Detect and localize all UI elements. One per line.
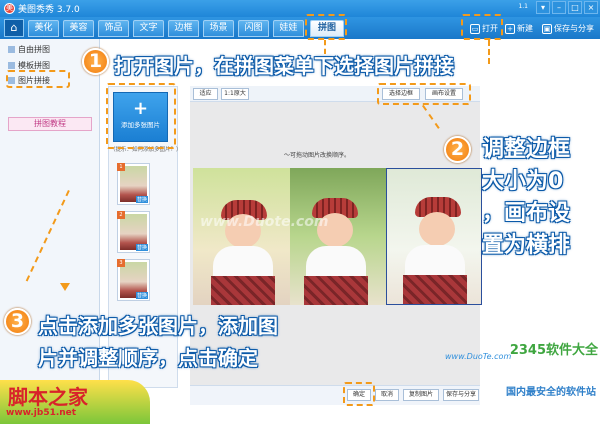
copy-image-button[interactable]: 复制图片 bbox=[403, 389, 439, 401]
home-icon[interactable]: ⌂ bbox=[4, 19, 24, 37]
step-3-text: 点击添加多张图片，添加图 片并调整顺序，点击确定 bbox=[38, 314, 278, 370]
original-size-button[interactable]: 1:1原大 bbox=[221, 88, 249, 100]
tab-wawa[interactable]: 娃娃 bbox=[273, 20, 304, 37]
arrow-head-icon bbox=[60, 283, 70, 291]
window-controls: ▾ – □ × bbox=[536, 1, 598, 14]
title-bar: 美 美图秀秀 3.7.0 bbox=[0, 0, 600, 17]
step-3-badge: 3 bbox=[4, 308, 31, 335]
watermark: www.Duote.com bbox=[200, 214, 329, 230]
app-logo-icon: 美 bbox=[4, 3, 15, 14]
replace-button[interactable]: 替换 bbox=[135, 292, 148, 299]
save-share-bottom-button[interactable]: 保存与分享 bbox=[443, 389, 479, 401]
cancel-button[interactable]: 取消 bbox=[375, 389, 399, 401]
jb51-logo: 脚本之家 www.jb51.net bbox=[0, 380, 150, 424]
tutorial-button[interactable]: 拼图教程 bbox=[8, 117, 92, 131]
close-icon[interactable]: × bbox=[584, 1, 598, 14]
collage-photo-3[interactable] bbox=[386, 168, 482, 305]
tab-shantu[interactable]: 闪图 bbox=[238, 20, 269, 37]
tab-biankuang[interactable]: 边框 bbox=[168, 20, 199, 37]
step-2-text: 调整边框 大小为0 ，画布设 置为横排 bbox=[482, 137, 571, 258]
step-2-badge: 2 bbox=[444, 136, 471, 163]
highlight-pintu-tab bbox=[305, 14, 347, 40]
replace-button[interactable]: 替换 bbox=[135, 196, 148, 203]
collage-photo-1[interactable] bbox=[193, 168, 290, 305]
thumbnail-1[interactable]: 1 替换 bbox=[117, 163, 150, 205]
tab-meirong[interactable]: 美容 bbox=[63, 20, 94, 37]
maximize-icon[interactable]: □ bbox=[568, 1, 582, 14]
skin-icon[interactable]: ▾ bbox=[536, 1, 550, 14]
template-icon bbox=[8, 62, 15, 69]
grid-icon bbox=[8, 46, 15, 53]
highlight-confirm bbox=[343, 382, 375, 406]
window-title: 美图秀秀 3.7.0 bbox=[18, 5, 80, 15]
sidebar-item-free-collage[interactable]: 自由拼图 bbox=[8, 44, 50, 55]
collage-canvas[interactable] bbox=[193, 168, 482, 305]
highlight-add-button bbox=[106, 83, 176, 149]
collage-photo-2[interactable] bbox=[290, 168, 386, 305]
tab-changjing[interactable]: 场景 bbox=[203, 20, 234, 37]
thumbnail-2[interactable]: 2 替换 bbox=[117, 211, 150, 253]
save-icon: ▣ bbox=[542, 23, 552, 34]
arrow-line bbox=[488, 40, 490, 64]
step-1-badge: 1 bbox=[82, 48, 109, 75]
tab-meihua[interactable]: 美化 bbox=[28, 20, 59, 37]
new-plus-icon: + bbox=[505, 23, 515, 34]
tab-shipin[interactable]: 饰品 bbox=[98, 20, 129, 37]
highlight-image-stitch bbox=[6, 70, 70, 88]
tab-wenzi[interactable]: 文字 bbox=[133, 20, 164, 37]
minimize-icon[interactable]: – bbox=[552, 1, 566, 14]
step-1-text: 打开图片，在拼图菜单下选择图片拼接 bbox=[114, 54, 454, 78]
fit-button[interactable]: 适应 bbox=[193, 88, 218, 100]
drag-hint: ～可拖动图片改换顺序。 bbox=[284, 152, 351, 159]
replace-button[interactable]: 替换 bbox=[135, 244, 148, 251]
highlight-open-button bbox=[461, 14, 503, 40]
highlight-border-canvas bbox=[377, 83, 471, 105]
save-share-button[interactable]: ▣ 保存与分享 bbox=[542, 21, 594, 36]
version-hint: 1.1 bbox=[518, 3, 528, 10]
new-button[interactable]: + 新建 bbox=[505, 21, 533, 36]
thumbnail-3[interactable]: 3 替换 bbox=[117, 259, 150, 301]
soft-2345-logo: 2345软件大全 国内最安全的软件站 bbox=[506, 343, 598, 398]
